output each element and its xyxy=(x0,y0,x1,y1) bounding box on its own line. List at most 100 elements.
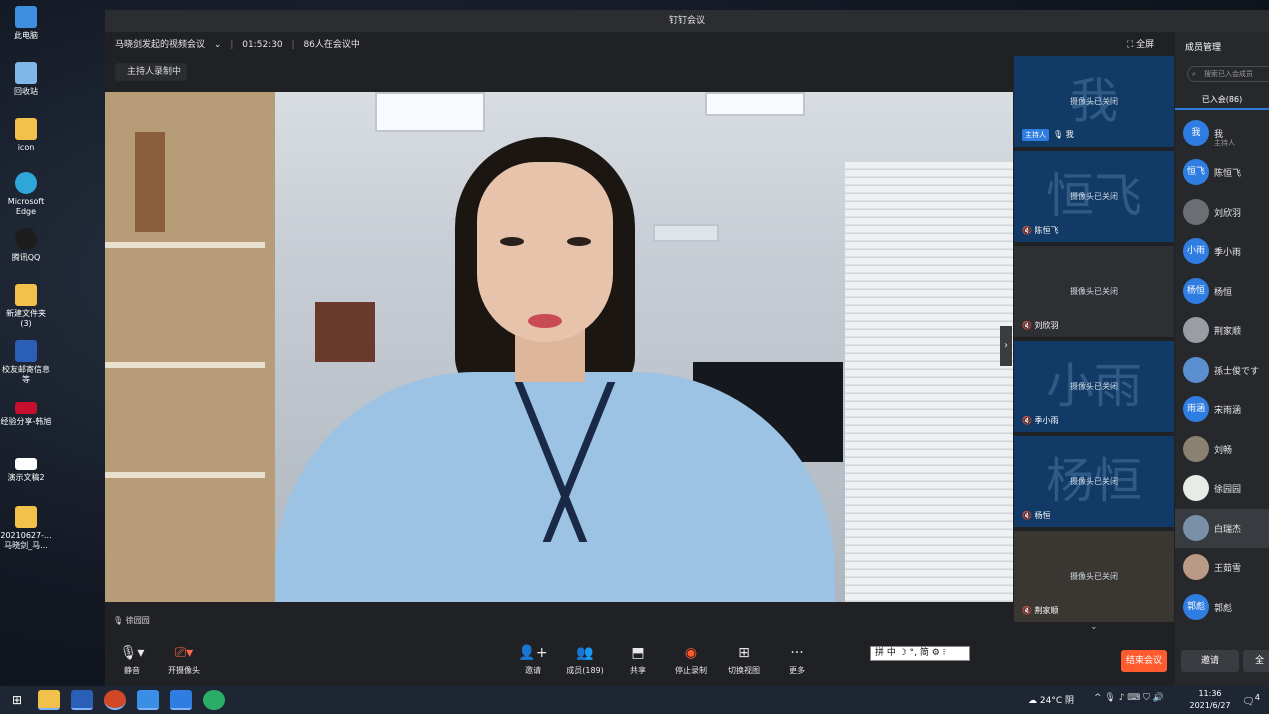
clock[interactable]: 11:36 2021/6/27 xyxy=(1180,688,1240,712)
meeting-name[interactable]: 马晓剑发起的视频会议 xyxy=(115,40,205,50)
thumbnail-name: 🔇 陈恒飞 xyxy=(1022,226,1059,235)
mic-muted-icon: 🔇 xyxy=(1022,606,1035,615)
desktop-icon-recycle-bin[interactable]: 回收站 xyxy=(0,62,52,97)
microphone-icon: 🎙▾ xyxy=(119,645,145,661)
meeting-info-bar: 马晓剑发起的视频会议 ⌄ | 01:52:30 | 86人在会议中 xyxy=(115,40,360,50)
member-item[interactable]: 刘欣羽 xyxy=(1175,193,1269,232)
more-icon: ··· xyxy=(790,645,804,661)
thumbnail-tile[interactable]: 我 摄像头已关闭 主持人 🎙 我 xyxy=(1014,56,1174,147)
desktop-icon-this-pc[interactable]: 此电脑 xyxy=(0,6,52,41)
shelf-board xyxy=(105,362,265,368)
more-button[interactable]: ··· 更多 xyxy=(772,644,822,676)
ceiling-light xyxy=(705,92,805,116)
desktop-icon-recording[interactable]: 20210627-...马晓剑_马... xyxy=(0,506,52,551)
main-video[interactable] xyxy=(105,92,1013,602)
avatar xyxy=(1183,554,1209,580)
speaker-label: 🎙 徐园园 xyxy=(113,616,150,625)
avatar: 小雨 xyxy=(1183,238,1209,264)
thumbnail-name: 🔇 杨恒 xyxy=(1022,511,1051,520)
cabinet xyxy=(315,302,375,362)
thumbnail-tile[interactable]: 摄像头已关闭 🔇 荆家顺 xyxy=(1014,531,1174,622)
word-icon[interactable] xyxy=(71,690,93,710)
thumbnail-tile[interactable]: 恒飞 摄像头已关闭 🔇 陈恒飞 xyxy=(1014,151,1174,242)
chevron-down-icon[interactable]: ⌄ xyxy=(1090,622,1098,632)
participant-count: 86人在会议中 xyxy=(303,40,360,50)
powerpoint-icon[interactable] xyxy=(104,690,126,710)
member-item[interactable]: 徐园园 xyxy=(1175,469,1269,508)
avatar xyxy=(1183,357,1209,383)
edge-icon xyxy=(15,172,37,194)
invite-button[interactable]: 邀请 xyxy=(1181,650,1239,672)
member-item[interactable]: 白瑞杰 xyxy=(1175,509,1269,548)
avatar xyxy=(1183,475,1209,501)
notification-icon[interactable]: 🗨4 xyxy=(1242,692,1260,707)
person-eye xyxy=(500,237,524,246)
chevron-down-icon[interactable]: ⌄ xyxy=(214,40,222,50)
dingtalk-icon[interactable] xyxy=(137,690,159,710)
thumbnails-expand-button[interactable]: › xyxy=(1000,326,1012,366)
windows-start-icon[interactable]: ⊞ xyxy=(6,690,28,710)
member-item[interactable]: 杨恒 杨恒 xyxy=(1175,272,1269,311)
stop-recording-button[interactable]: ◉ 停止录制 xyxy=(666,644,716,676)
member-item[interactable]: 小雨 季小雨 xyxy=(1175,232,1269,271)
weather-widget[interactable]: ☁ 24°C 阴 xyxy=(1028,693,1074,706)
members-button[interactable]: 👥 成员(189) xyxy=(560,644,610,676)
presentation-icon xyxy=(15,458,37,470)
box xyxy=(135,132,165,232)
file-explorer-icon[interactable] xyxy=(38,690,60,710)
member-item[interactable]: 王茹雪 xyxy=(1175,548,1269,587)
share-button[interactable]: ⬒ 共享 xyxy=(613,644,663,676)
member-item[interactable]: 我我主持人 xyxy=(1175,114,1269,153)
meeting-app-icon[interactable] xyxy=(170,690,192,710)
end-meeting-button[interactable]: 结束会议 xyxy=(1121,650,1167,672)
avatar xyxy=(1183,199,1209,225)
taskbar: ⊞ ☁ 24°C 阴 ^ 🎙 ♪ ⌨ ⛉ 🔊 11:36 2021/6/27 🗨4 xyxy=(0,686,1269,714)
avatar: 郭彪 xyxy=(1183,594,1209,620)
folder-icon xyxy=(15,284,37,306)
member-search-input[interactable]: ⌕ 搜索已入会成员 xyxy=(1187,66,1269,82)
member-item[interactable]: 恒飞 陈恒飞 xyxy=(1175,153,1269,192)
recycle-bin-icon xyxy=(15,62,37,84)
member-item[interactable]: 刘畅 xyxy=(1175,430,1269,469)
desktop-icon-qq[interactable]: 腾讯QQ xyxy=(0,228,52,263)
desktop-icon-new-folder[interactable]: 新建文件夹 (3) xyxy=(0,284,52,329)
member-item[interactable]: 郭彪 郭彪 xyxy=(1175,588,1269,627)
folder-icon xyxy=(15,118,37,140)
mic-muted-icon: 🔇 xyxy=(1022,511,1035,520)
wechat-icon[interactable] xyxy=(203,690,225,710)
thumbnail-tile[interactable]: 杨恒 摄像头已关闭 🔇 杨恒 xyxy=(1014,436,1174,527)
invite-toolbar-button[interactable]: 👤+ 邀请 xyxy=(508,644,558,676)
ceiling-vent xyxy=(653,224,719,242)
fullscreen-icon: ⛶ xyxy=(1127,40,1137,50)
cloud-icon: ☁ xyxy=(1028,696,1040,706)
system-tray[interactable]: ^ 🎙 ♪ ⌨ ⛉ 🔊 xyxy=(1094,693,1164,703)
mute-button[interactable]: 🎙▾ 静音 xyxy=(107,644,157,676)
microphone-icon: 🎙 xyxy=(1053,130,1066,139)
desktop-icon-word-doc[interactable]: 校友邮寄信息等 xyxy=(0,340,52,385)
member-item[interactable]: 荆家顺 xyxy=(1175,311,1269,350)
desktop-icon-slides[interactable]: 演示文稿2 xyxy=(0,458,52,483)
desktop-icon-ppt[interactable]: 经验分享-韩旭 xyxy=(0,402,52,427)
mic-muted-icon: 🔇 xyxy=(1022,226,1035,235)
thumbnail-name: 🔇 季小雨 xyxy=(1022,416,1059,425)
fullscreen-button[interactable]: ⛶ 全屏 xyxy=(1127,32,1154,58)
desktop-icon-icon[interactable]: icon xyxy=(0,118,52,153)
member-item[interactable]: 雨涵 宋雨涵 xyxy=(1175,390,1269,429)
avatar xyxy=(1183,436,1209,462)
thumbnail-tile[interactable]: 摄像头已关闭 🔇 刘欣羽 xyxy=(1014,246,1174,337)
ime-toolbar[interactable]: 拼 中 ☽ °, 简 ⚙ ⁝ xyxy=(870,646,970,661)
camera-button[interactable]: ⎚▾ 开摄像头 xyxy=(159,644,209,676)
person-lips xyxy=(528,314,562,328)
avatar: 恒飞 xyxy=(1183,159,1209,185)
mute-all-button[interactable]: 全 xyxy=(1243,650,1269,672)
window-blinds xyxy=(845,162,1013,602)
thumbnail-tile[interactable]: 小雨 摄像头已关闭 🔇 季小雨 xyxy=(1014,341,1174,432)
add-user-icon: 👤+ xyxy=(518,645,548,661)
switch-view-button[interactable]: ⊞ 切换视图 xyxy=(719,644,769,676)
desktop-icon-edge[interactable]: Microsoft Edge xyxy=(0,172,52,217)
computer-icon xyxy=(15,6,37,28)
recording-tag: 主持人录制中 xyxy=(115,63,188,81)
tab-joined-members[interactable]: 已入会(86) xyxy=(1175,90,1269,110)
member-item[interactable]: 孫士俊です xyxy=(1175,351,1269,390)
avatar: 我 xyxy=(1183,120,1209,146)
